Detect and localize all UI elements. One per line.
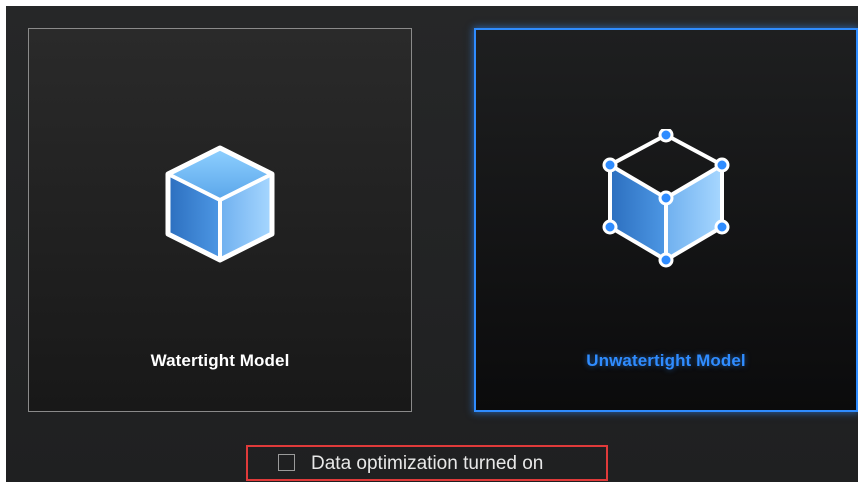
unwatertight-model-label: Unwatertight Model <box>586 351 746 370</box>
watertight-model-card[interactable]: Watertight Model <box>28 28 412 412</box>
data-optimization-label: Data optimization turned on <box>311 453 544 474</box>
data-optimization-checkbox[interactable] <box>278 454 295 471</box>
model-type-panel: Watertight Model Unwatertight Model <box>6 6 858 482</box>
unwatertight-model-card[interactable]: Unwatertight Model <box>474 28 858 412</box>
wireframe-cube-icon <box>602 129 730 268</box>
data-optimization-option[interactable]: Data optimization turned on <box>246 445 608 481</box>
solid-cube-icon <box>165 145 275 263</box>
watertight-model-label: Watertight Model <box>150 351 290 370</box>
